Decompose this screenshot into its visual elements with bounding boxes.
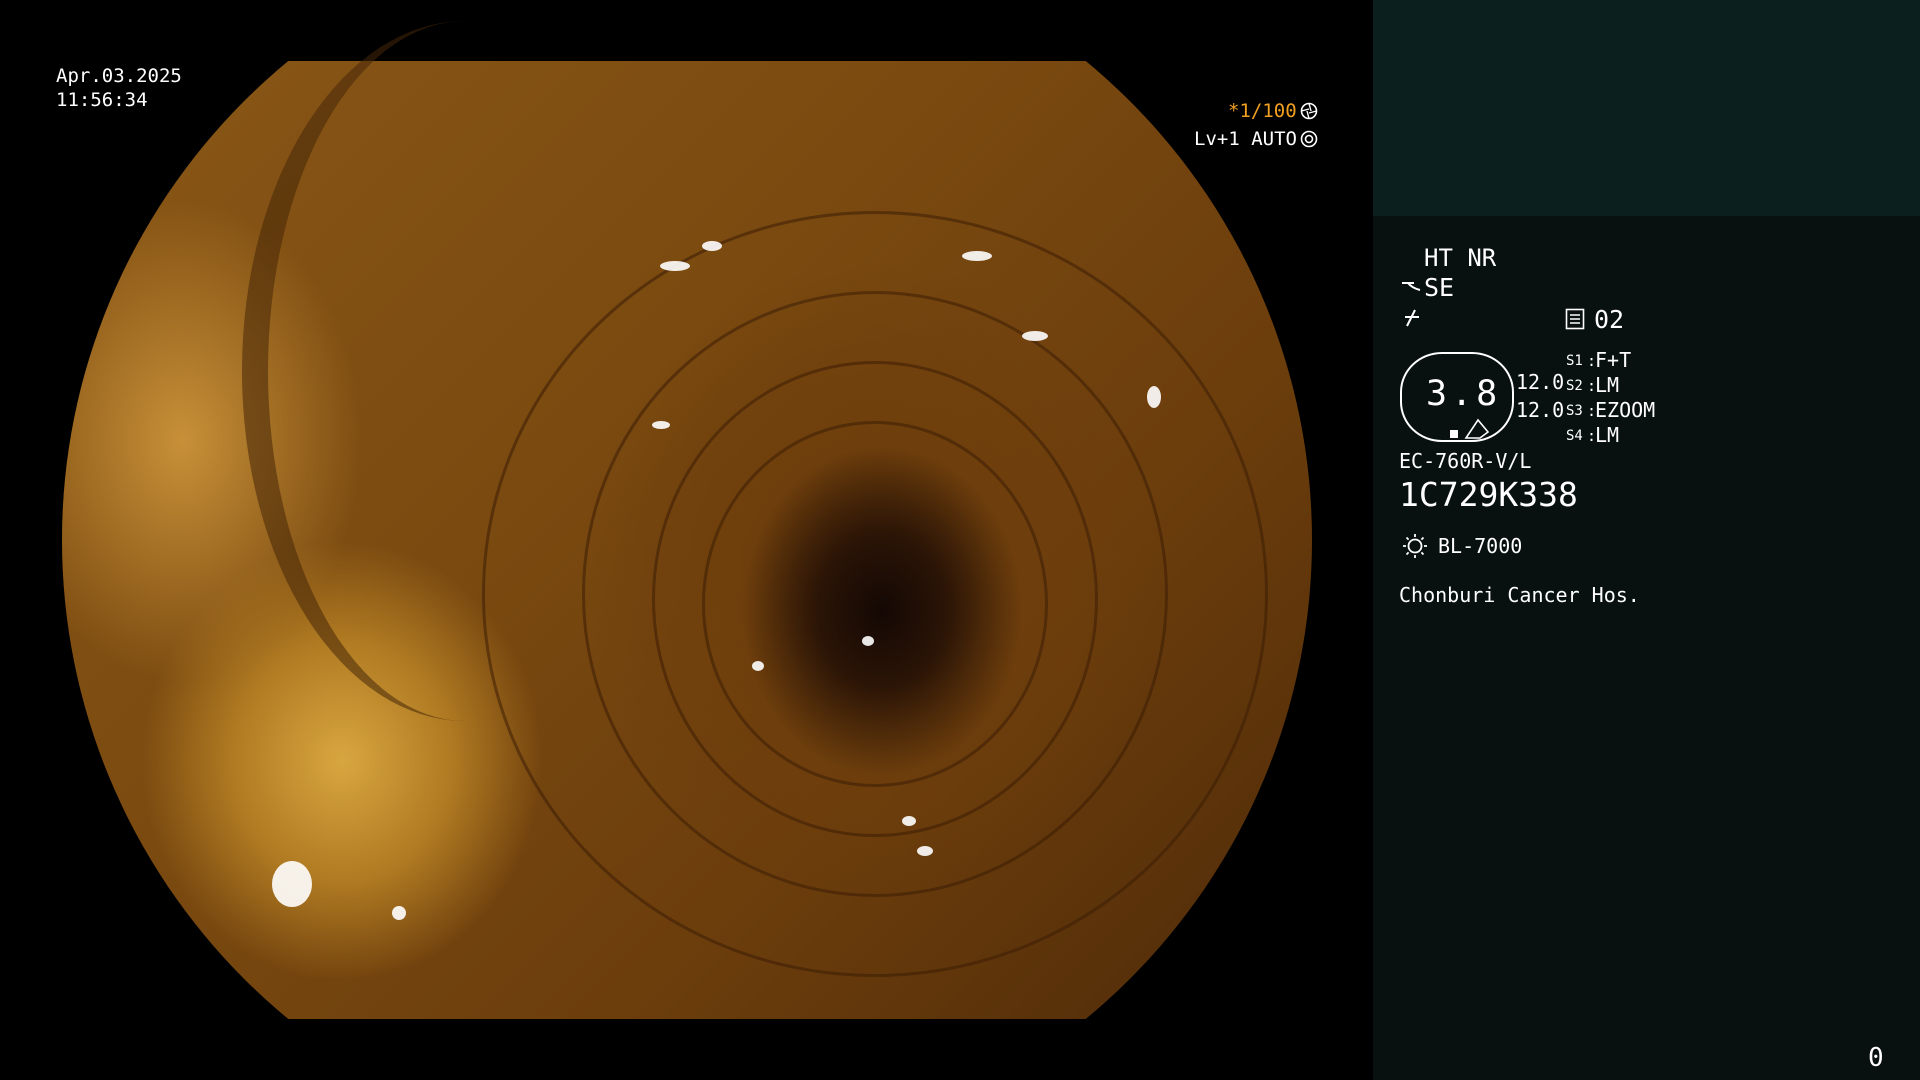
scope-model: EC-760R-V/L <box>1399 449 1532 473</box>
iris-icon <box>1300 130 1318 152</box>
panel-header-area <box>1373 0 1920 216</box>
switch-key: S2 <box>1566 378 1583 394</box>
memory-icon <box>1565 308 1585 334</box>
zoom-level-2: 12.0 <box>1516 398 1565 422</box>
endoscopic-image <box>62 21 1312 1019</box>
exam-date: Apr.03.2025 <box>56 65 182 87</box>
aperture-icon <box>1300 102 1318 124</box>
exposure-setting: Lv+1 AUTO <box>1194 128 1297 150</box>
exam-time: 11:56:34 <box>56 89 148 111</box>
light-source-icon <box>1401 532 1429 564</box>
endoscope-viewer: Apr.03.2025 11:56:34 *1/100 Lv+1 AUTO <box>0 0 1373 1080</box>
zoom-position-icon <box>1448 418 1498 444</box>
image-counter: 0 <box>1868 1043 1884 1073</box>
shutter-speed: *1/100 <box>1228 100 1297 122</box>
switch-value: LM <box>1595 373 1620 397</box>
switch-key: S1 <box>1566 353 1583 369</box>
scope-serial: 1C729K338 <box>1399 475 1578 514</box>
switch-key: S4 <box>1566 428 1583 444</box>
hospital-name: Chonburi Cancer Hos. <box>1399 583 1640 607</box>
switch-value: F+T <box>1595 348 1632 372</box>
switch-key: S3 <box>1566 403 1583 419</box>
scope-hook-icon <box>1400 278 1422 302</box>
zoom-value: 3.8 <box>1426 374 1502 414</box>
switch-value: LM <box>1595 423 1620 447</box>
light-source: BL-7000 <box>1438 534 1523 558</box>
structure-enhancement: SE <box>1424 273 1455 302</box>
switch-value: EZOOM <box>1595 398 1656 422</box>
memory-number: 02 <box>1594 305 1625 334</box>
processing-mode: HT NR <box>1424 244 1497 272</box>
color-mode-icon <box>1402 308 1422 332</box>
zoom-level-1: 12.0 <box>1516 370 1565 394</box>
